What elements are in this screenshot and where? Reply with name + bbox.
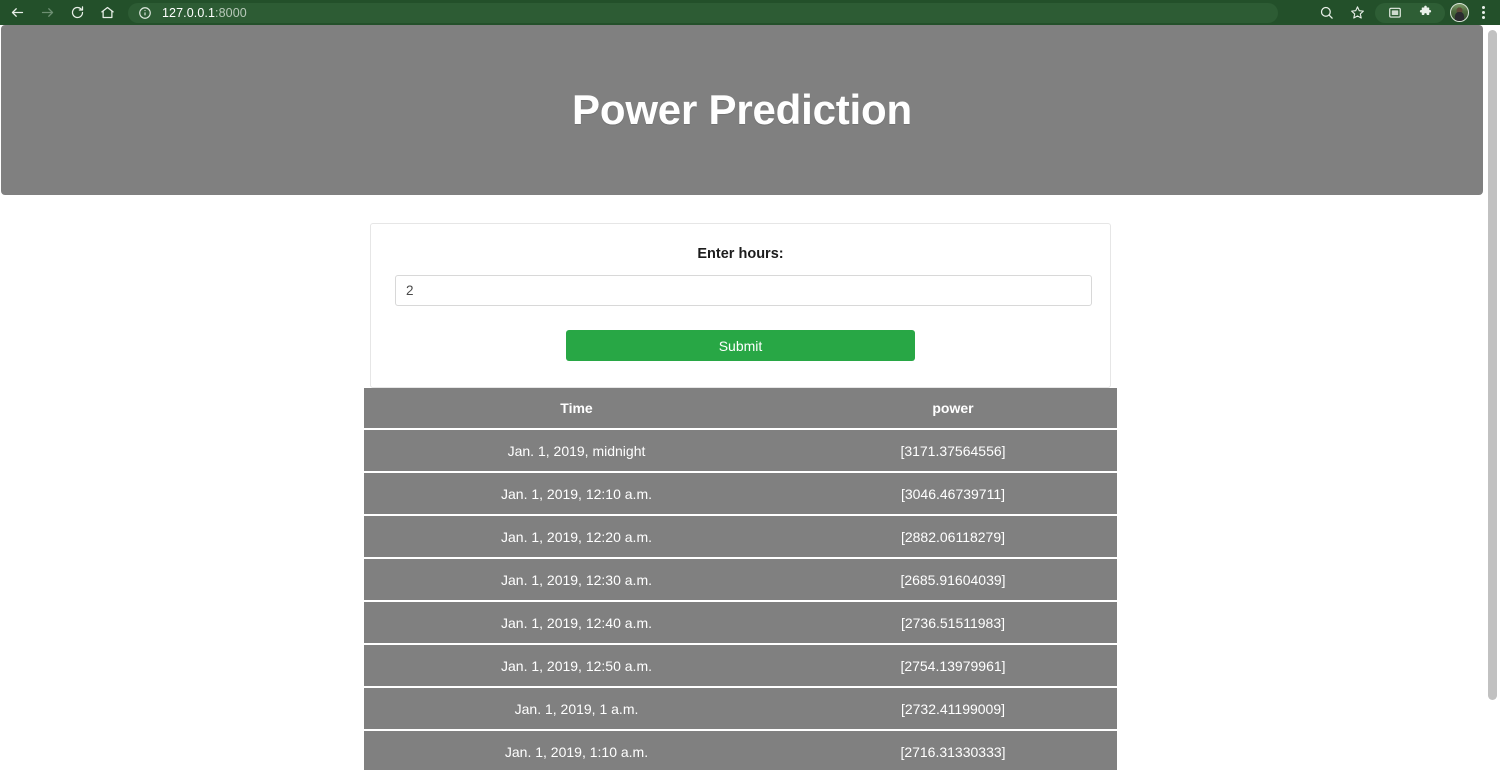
results-table: Time power Jan. 1, 2019, midnight [3171.3… bbox=[364, 388, 1117, 770]
results-table-head: Time power bbox=[364, 388, 1117, 430]
cast-screen-icon[interactable] bbox=[1379, 0, 1410, 25]
cell-power: [3171.37564556] bbox=[789, 429, 1117, 473]
info-circle-icon[interactable] bbox=[138, 6, 152, 20]
table-row: Jan. 1, 2019, 12:50 a.m. [2754.13979961] bbox=[364, 644, 1117, 688]
column-header-time[interactable]: Time bbox=[364, 388, 789, 430]
table-row: Jan. 1, 2019, 12:20 a.m. [2882.06118279] bbox=[364, 515, 1117, 559]
url-port: :8000 bbox=[215, 5, 247, 20]
three-dot-menu-icon[interactable] bbox=[1474, 0, 1492, 25]
vertical-scrollbar[interactable] bbox=[1485, 25, 1500, 770]
toolbar-actions bbox=[1311, 0, 1500, 25]
cell-time: Jan. 1, 2019, 12:30 a.m. bbox=[364, 558, 789, 602]
prediction-form-card: Enter hours: Submit bbox=[370, 223, 1111, 388]
cell-power: [2716.31330333] bbox=[789, 730, 1117, 770]
star-icon[interactable] bbox=[1342, 0, 1373, 25]
column-header-power[interactable]: power bbox=[789, 388, 1117, 430]
page-title: Power Prediction bbox=[572, 86, 912, 133]
puzzle-piece-icon[interactable] bbox=[1410, 0, 1441, 25]
cell-power: [2685.91604039] bbox=[789, 558, 1117, 602]
table-row: Jan. 1, 2019, 12:10 a.m. [3046.46739711] bbox=[364, 472, 1117, 516]
cell-time: Jan. 1, 2019, 12:40 a.m. bbox=[364, 601, 789, 645]
submit-button[interactable]: Submit bbox=[566, 330, 915, 361]
cell-time: Jan. 1, 2019, 1 a.m. bbox=[364, 687, 789, 731]
cell-power: [2732.41199009] bbox=[789, 687, 1117, 731]
table-row: Jan. 1, 2019, 12:30 a.m. [2685.91604039] bbox=[364, 558, 1117, 602]
scrollbar-thumb[interactable] bbox=[1488, 30, 1497, 700]
cell-time: Jan. 1, 2019, 1:10 a.m. bbox=[364, 730, 789, 770]
results-table-body: Jan. 1, 2019, midnight [3171.37564556] Jan… bbox=[364, 429, 1117, 770]
cast-extensions-group bbox=[1375, 0, 1445, 25]
cell-time: Jan. 1, 2019, 12:20 a.m. bbox=[364, 515, 789, 559]
table-header-row: Time power bbox=[364, 388, 1117, 430]
address-bar[interactable]: 127.0.0.1:8000 bbox=[128, 2, 1278, 23]
table-row: Jan. 1, 2019, midnight [3171.37564556] bbox=[364, 429, 1117, 473]
home-icon[interactable] bbox=[92, 0, 122, 25]
navigation-buttons bbox=[0, 0, 122, 25]
page-banner: Power Prediction bbox=[1, 25, 1483, 195]
table-row: Jan. 1, 2019, 1 a.m. [2732.41199009] bbox=[364, 687, 1117, 731]
profile-avatar[interactable] bbox=[1450, 3, 1469, 22]
hours-input-label: Enter hours: bbox=[697, 246, 784, 262]
browser-toolbar: 127.0.0.1:8000 bbox=[0, 0, 1500, 25]
cell-time: Jan. 1, 2019, 12:50 a.m. bbox=[364, 644, 789, 688]
cell-power: [2882.06118279] bbox=[789, 515, 1117, 559]
cell-time: Jan. 1, 2019, midnight bbox=[364, 429, 789, 473]
hours-input[interactable] bbox=[395, 275, 1092, 306]
table-row: Jan. 1, 2019, 1:10 a.m. [2716.31330333] bbox=[364, 730, 1117, 770]
page-viewport: Power Prediction Enter hours: Submit Tim… bbox=[0, 25, 1500, 770]
back-arrow-icon[interactable] bbox=[2, 0, 32, 25]
forward-arrow-icon[interactable] bbox=[32, 0, 62, 25]
cell-power: [2736.51511983] bbox=[789, 601, 1117, 645]
url-host: 127.0.0.1 bbox=[162, 5, 216, 20]
reload-icon[interactable] bbox=[62, 0, 92, 25]
table-row: Jan. 1, 2019, 12:40 a.m. [2736.51511983] bbox=[364, 601, 1117, 645]
results-table-container: Time power Jan. 1, 2019, midnight [3171.3… bbox=[364, 388, 1117, 770]
search-icon[interactable] bbox=[1311, 0, 1342, 25]
address-bar-text: 127.0.0.1:8000 bbox=[162, 6, 247, 20]
cell-power: [2754.13979961] bbox=[789, 644, 1117, 688]
cell-time: Jan. 1, 2019, 12:10 a.m. bbox=[364, 472, 789, 516]
cell-power: [3046.46739711] bbox=[789, 472, 1117, 516]
